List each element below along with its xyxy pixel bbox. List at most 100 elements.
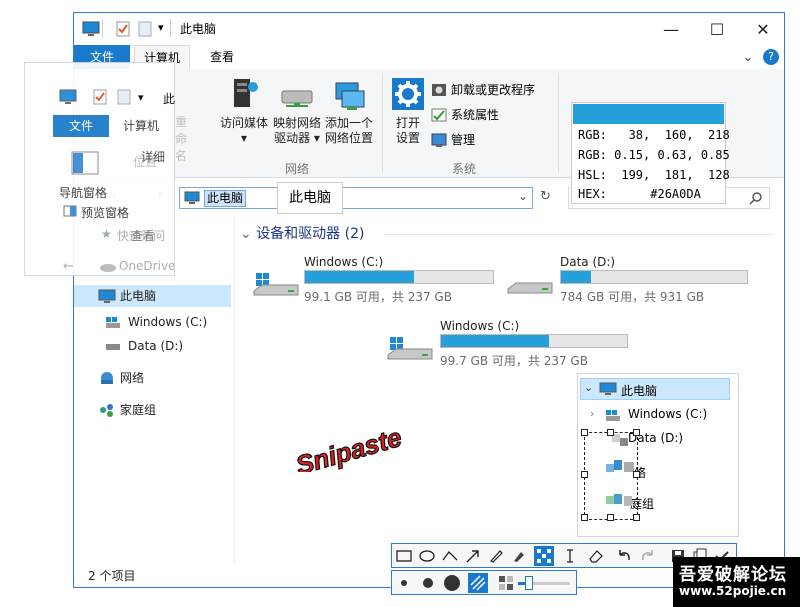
minimize-button[interactable]: —	[648, 13, 694, 45]
color-swatch	[573, 104, 724, 124]
group-label-system: 系统	[452, 162, 477, 176]
address-dropdown-icon[interactable]: ⌄	[518, 189, 528, 203]
snip-details-label: 详细	[141, 150, 166, 164]
marker-tool[interactable]	[509, 546, 529, 566]
rectangle-tool[interactable]	[394, 546, 414, 566]
sidebar-item-data-d[interactable]: Data (D:)	[74, 335, 231, 357]
network-icon	[101, 372, 113, 384]
address-text[interactable]: 此电脑	[204, 190, 247, 207]
properties-icon[interactable]	[116, 21, 130, 37]
snipaste-logo: Snipaste	[292, 421, 406, 472]
window-title: 此电脑	[180, 22, 217, 36]
snip-faded-rename: 重命名	[175, 115, 188, 163]
uninstall-icon	[432, 84, 446, 96]
drive-usage-fill	[441, 335, 549, 347]
undo-tool[interactable]	[614, 546, 634, 566]
map-network-drive-button[interactable]: 映射网络 驱动器 ▾	[270, 116, 324, 146]
drive-usage-bar	[560, 270, 748, 284]
ellipse-tool[interactable]	[417, 546, 437, 566]
pane-divider	[234, 217, 235, 565]
open-settings-button[interactable]: 打开 设置	[388, 116, 428, 146]
address-bar[interactable]: 此电脑 ⌄	[179, 187, 533, 209]
refresh-button[interactable]: ↻	[540, 189, 551, 204]
collapse-chevron-icon: ›	[590, 407, 595, 420]
maximize-button[interactable]: ☐	[694, 13, 740, 45]
properties-icon	[93, 89, 107, 105]
new-folder-icon[interactable]	[138, 21, 152, 37]
drive-usage-bar	[304, 270, 494, 284]
pasted-snip-ribbon[interactable]: ▾ 此 文件 计算机 位置 重命名 详细 导航窗格 预览窗格 ★ 快速访问 查看…	[24, 62, 187, 276]
windows-drive-icon	[106, 317, 120, 328]
pasted-snip-tree[interactable]: ⌄ 此电脑 › Windows (C:) Data (D:) 络 庭组	[577, 373, 739, 537]
dropdown-icon: ▾	[138, 91, 144, 104]
resize-handle[interactable]	[581, 429, 588, 436]
quick-access-dropdown-icon[interactable]: ▾	[158, 21, 164, 34]
tab-view[interactable]: 查看	[194, 45, 250, 69]
resize-handle[interactable]	[633, 429, 640, 436]
resize-handle[interactable]	[581, 471, 588, 478]
snip-tree-this-pc: ⌄ 此电脑	[580, 378, 730, 400]
media-access-button[interactable]: 访问媒体 ▾	[212, 116, 276, 146]
eraser-tool[interactable]	[586, 546, 606, 566]
pen-tool[interactable]	[486, 546, 506, 566]
navigation-pane-icon	[71, 151, 99, 175]
homegroup-icon	[100, 404, 113, 417]
onedrive-icon	[100, 264, 116, 272]
windows-drive-icon	[253, 273, 299, 296]
drive-usage-bar	[440, 334, 628, 348]
drive-icon	[106, 344, 120, 350]
strength-slider-handle[interactable]	[525, 576, 533, 590]
help-icon[interactable]: ?	[763, 49, 779, 65]
map-drive-icon	[281, 90, 313, 107]
resize-handle[interactable]	[607, 429, 614, 436]
address-tooltip: 此电脑	[277, 182, 343, 214]
snip-tree-windows-c: › Windows (C:)	[590, 407, 708, 421]
sidebar-item-network[interactable]: 网络	[74, 367, 231, 389]
drive-item-windows-c[interactable]: Windows (C:) 99.1 GB 可用，共 237 GB	[252, 255, 512, 305]
mosaic-tool[interactable]	[534, 546, 554, 566]
snip-tab-file: 文件	[53, 115, 109, 137]
resize-handle[interactable]	[581, 514, 588, 521]
hsl-row: HSL: 199, 181, 128	[578, 168, 730, 182]
windows-drive-icon	[387, 337, 433, 360]
section-header[interactable]: ⌄ 设备和驱动器 (2)	[240, 223, 364, 243]
drive-item-windows-c-pasted[interactable]: Windows (C:) 99.7 GB 可用，共 237 GB	[386, 319, 656, 369]
resize-handle[interactable]	[607, 514, 614, 521]
group-label-network: 网络	[285, 162, 310, 176]
redo-tool[interactable]	[638, 546, 658, 566]
sidebar-item-this-pc[interactable]: 此电脑	[74, 285, 231, 307]
resize-handle[interactable]	[633, 514, 640, 521]
small-dot[interactable]	[394, 573, 414, 593]
sidebar-item-homegroup[interactable]: 家庭组	[74, 399, 231, 421]
drive-item-data-d[interactable]: Data (D:) 784 GB 可用，共 931 GB	[506, 255, 776, 305]
system-properties-icon	[431, 108, 447, 122]
medium-dot[interactable]	[418, 573, 438, 593]
polyline-tool[interactable]	[440, 546, 460, 566]
text-tool[interactable]	[560, 546, 580, 566]
star-icon: ★	[101, 227, 112, 241]
mosaic-mode-button[interactable]	[496, 573, 516, 593]
media-server-icon	[234, 79, 258, 107]
rgb-float-row: RGB: 0.15, 0.63, 0.85	[578, 148, 730, 162]
ribbon-expand-icon[interactable]: ⌄	[742, 49, 754, 65]
arrow-tool[interactable]	[463, 546, 483, 566]
close-button[interactable]: ✕	[740, 13, 786, 45]
resize-handle[interactable]	[633, 471, 640, 478]
blur-mode-button[interactable]	[468, 573, 488, 593]
sidebar-item-windows-c[interactable]: Windows (C:)	[74, 311, 231, 333]
tool-options-toolbar	[391, 570, 577, 595]
snipaste-text: Snipaste	[293, 422, 405, 472]
this-pc-icon	[82, 21, 100, 36]
group-divider	[558, 73, 559, 173]
site-watermark: 吾爱破解论坛 www.52pojie.cn	[673, 557, 800, 607]
title-bar: ▾ 此电脑 — ☐ ✕	[74, 13, 784, 45]
large-dot[interactable]	[442, 573, 462, 593]
search-icon[interactable]	[749, 191, 763, 205]
add-network-location-button[interactable]: 添加一个 网络位置	[322, 116, 376, 146]
drive-icon	[507, 282, 553, 294]
selection-rectangle[interactable]	[584, 432, 638, 520]
snip-tab-computer: 计算机	[122, 119, 159, 133]
snip-preview-pane-label: 预览窗格	[81, 206, 130, 220]
manage-icon	[431, 133, 447, 147]
add-network-location-icon	[335, 82, 365, 110]
